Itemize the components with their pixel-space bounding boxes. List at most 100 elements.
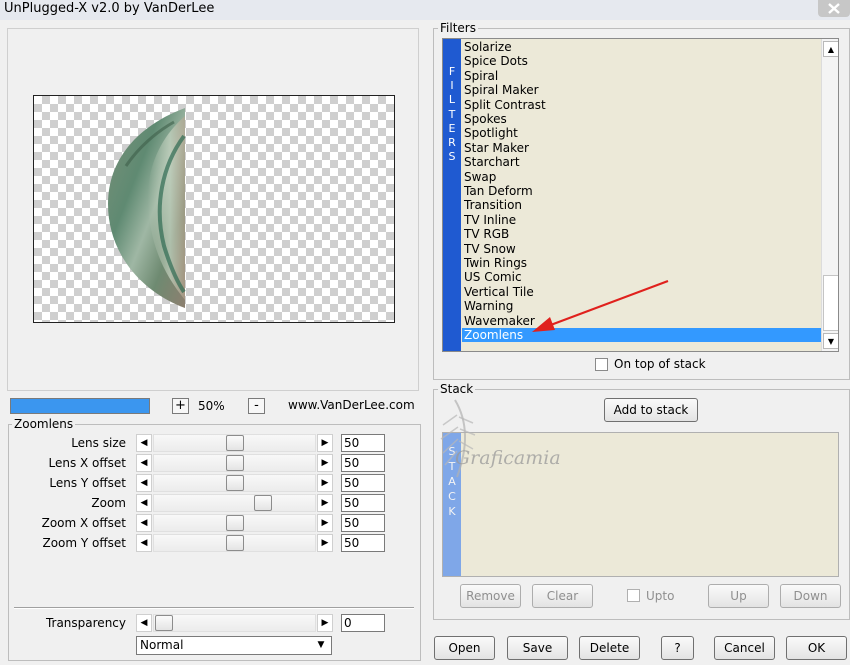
arrow-left-icon[interactable]: ◀ xyxy=(136,434,152,452)
lens-x-offset-label: Lens X offset xyxy=(48,456,126,470)
watermark-feather-icon xyxy=(440,399,476,478)
arrow-up-icon[interactable]: ▲ xyxy=(823,41,838,57)
lens-x-offset-value-input[interactable]: 50 xyxy=(341,454,385,472)
separator xyxy=(14,607,414,609)
blend-mode-select[interactable]: Normal xyxy=(136,636,332,655)
filters-scrollbar[interactable]: ▲ ▼ xyxy=(821,39,838,351)
lens-y-offset-label: Lens Y offset xyxy=(49,476,126,490)
ok-button[interactable]: OK xyxy=(786,636,847,660)
filters-group-title: Filters xyxy=(438,21,478,35)
filter-list-item[interactable]: Starchart xyxy=(462,155,822,169)
filter-list-item[interactable]: Tan Deform xyxy=(462,184,822,198)
zoom-y-offset-value-input[interactable]: 50 xyxy=(341,534,385,552)
lens-x-offset-slider-thumb[interactable] xyxy=(225,455,244,471)
filter-list-item[interactable]: Spiral Maker xyxy=(462,83,822,97)
open-button[interactable]: Open xyxy=(434,636,495,660)
watermark-signature: Graficamia xyxy=(455,447,561,469)
transparency-slider[interactable] xyxy=(153,614,316,632)
arrow-right-icon[interactable]: ▶ xyxy=(317,494,333,512)
zoom-slider[interactable] xyxy=(153,494,316,512)
zoom-in-button[interactable]: + xyxy=(172,398,189,414)
filter-list-item[interactable]: Split Contrast xyxy=(462,98,822,112)
filter-list-item[interactable]: Spiral xyxy=(462,69,822,83)
transparency-slider-thumb[interactable] xyxy=(155,615,173,631)
clear-button[interactable]: Clear xyxy=(532,584,593,608)
lens-y-offset-value-input[interactable]: 50 xyxy=(341,474,385,492)
preview-image xyxy=(108,108,186,308)
filter-list-item[interactable]: TV Inline xyxy=(462,213,822,227)
filters-tab-letter: L xyxy=(448,93,456,107)
preview-canvas[interactable] xyxy=(33,95,395,323)
filter-list-item[interactable]: TV RGB xyxy=(462,227,822,241)
up-button[interactable]: Up xyxy=(708,584,769,608)
zoom-value-input[interactable]: 50 xyxy=(341,494,385,512)
transparency-value-input[interactable]: 0 xyxy=(341,614,385,632)
filter-list-item[interactable]: Swap xyxy=(462,170,822,184)
filters-tab[interactable]: FILTERS xyxy=(443,39,461,351)
annotation-arrow-icon xyxy=(532,279,669,332)
scrollbar-thumb[interactable] xyxy=(823,275,838,331)
lens-y-offset-slider-thumb[interactable] xyxy=(225,475,244,491)
arrow-down-icon[interactable]: ▼ xyxy=(823,333,838,349)
arrow-right-icon[interactable]: ▶ xyxy=(317,514,333,532)
close-button[interactable] xyxy=(818,0,850,17)
progress-bar xyxy=(10,398,150,414)
close-icon xyxy=(828,3,840,14)
down-button[interactable]: Down xyxy=(780,584,841,608)
cancel-button[interactable]: Cancel xyxy=(714,636,775,660)
zoomlens-group-title: Zoomlens xyxy=(12,417,76,431)
stack-tab-letter: C xyxy=(448,490,456,503)
zoom-level: 50% xyxy=(198,399,225,413)
add-to-stack-button[interactable]: Add to stack xyxy=(604,398,698,422)
zoom-x-offset-slider-thumb[interactable] xyxy=(225,515,244,531)
zoom-x-offset-label: Zoom X offset xyxy=(41,516,126,530)
lens-size-label: Lens size xyxy=(71,436,126,450)
filter-list-item[interactable]: Star Maker xyxy=(462,141,822,155)
filter-list-item[interactable]: Solarize xyxy=(462,40,822,54)
lens-size-value-input[interactable]: 50 xyxy=(341,434,385,452)
filter-list-item[interactable]: Spice Dots xyxy=(462,54,822,68)
stack-group-title: Stack xyxy=(438,382,476,396)
arrow-right-icon[interactable]: ▶ xyxy=(317,434,333,452)
remove-button[interactable]: Remove xyxy=(460,584,521,608)
on-top-of-stack-label: On top of stack xyxy=(614,357,706,371)
arrow-left-icon[interactable]: ◀ xyxy=(136,494,152,512)
filters-tab-letter: I xyxy=(450,79,454,93)
progress-fill xyxy=(11,399,149,413)
arrow-right-icon[interactable]: ▶ xyxy=(317,534,333,552)
arrow-left-icon[interactable]: ◀ xyxy=(136,514,152,532)
save-button[interactable]: Save xyxy=(507,636,568,660)
filters-tab-letter: T xyxy=(448,107,456,121)
website-link[interactable]: www.VanDerLee.com xyxy=(288,398,415,412)
delete-button[interactable]: Delete xyxy=(579,636,640,660)
filter-list-item[interactable]: Spotlight xyxy=(462,126,822,140)
arrow-left-icon[interactable]: ◀ xyxy=(136,614,152,632)
arrow-left-icon[interactable]: ◀ xyxy=(136,454,152,472)
upto-checkbox[interactable] xyxy=(627,589,640,602)
upto-label: Upto xyxy=(646,589,675,603)
filter-list-item[interactable]: Spokes xyxy=(462,112,822,126)
filters-tab-letter: E xyxy=(448,121,456,135)
zoom-slider-thumb[interactable] xyxy=(253,495,272,511)
filters-tab-letter: F xyxy=(448,65,456,78)
arrow-left-icon[interactable]: ◀ xyxy=(136,474,152,492)
arrow-right-icon[interactable]: ▶ xyxy=(317,454,333,472)
zoom-y-offset-label: Zoom Y offset xyxy=(42,536,126,550)
filters-tab-letter: S xyxy=(448,150,456,164)
on-top-of-stack-checkbox[interactable] xyxy=(595,358,608,371)
filters-tab-letter: R xyxy=(448,136,456,149)
arrow-right-icon[interactable]: ▶ xyxy=(317,614,333,632)
filter-list-item[interactable]: Twin Rings xyxy=(462,256,822,270)
arrow-right-icon[interactable]: ▶ xyxy=(317,474,333,492)
zoom-out-button[interactable]: - xyxy=(248,398,265,414)
lens-size-slider-thumb[interactable] xyxy=(225,435,244,451)
window-title: UnPlugged-X v2.0 by VanDerLee xyxy=(4,1,215,16)
arrow-left-icon[interactable]: ◀ xyxy=(136,534,152,552)
chevron-down-icon[interactable]: ▼ xyxy=(312,637,330,654)
filter-list-item[interactable]: TV Snow xyxy=(462,242,822,256)
zoom-x-offset-value-input[interactable]: 50 xyxy=(341,514,385,532)
zoom-y-offset-slider-thumb[interactable] xyxy=(225,535,244,551)
help-button[interactable]: ? xyxy=(661,636,694,660)
stack-tab-letter: K xyxy=(448,505,456,518)
filter-list-item[interactable]: Transition xyxy=(462,198,822,212)
